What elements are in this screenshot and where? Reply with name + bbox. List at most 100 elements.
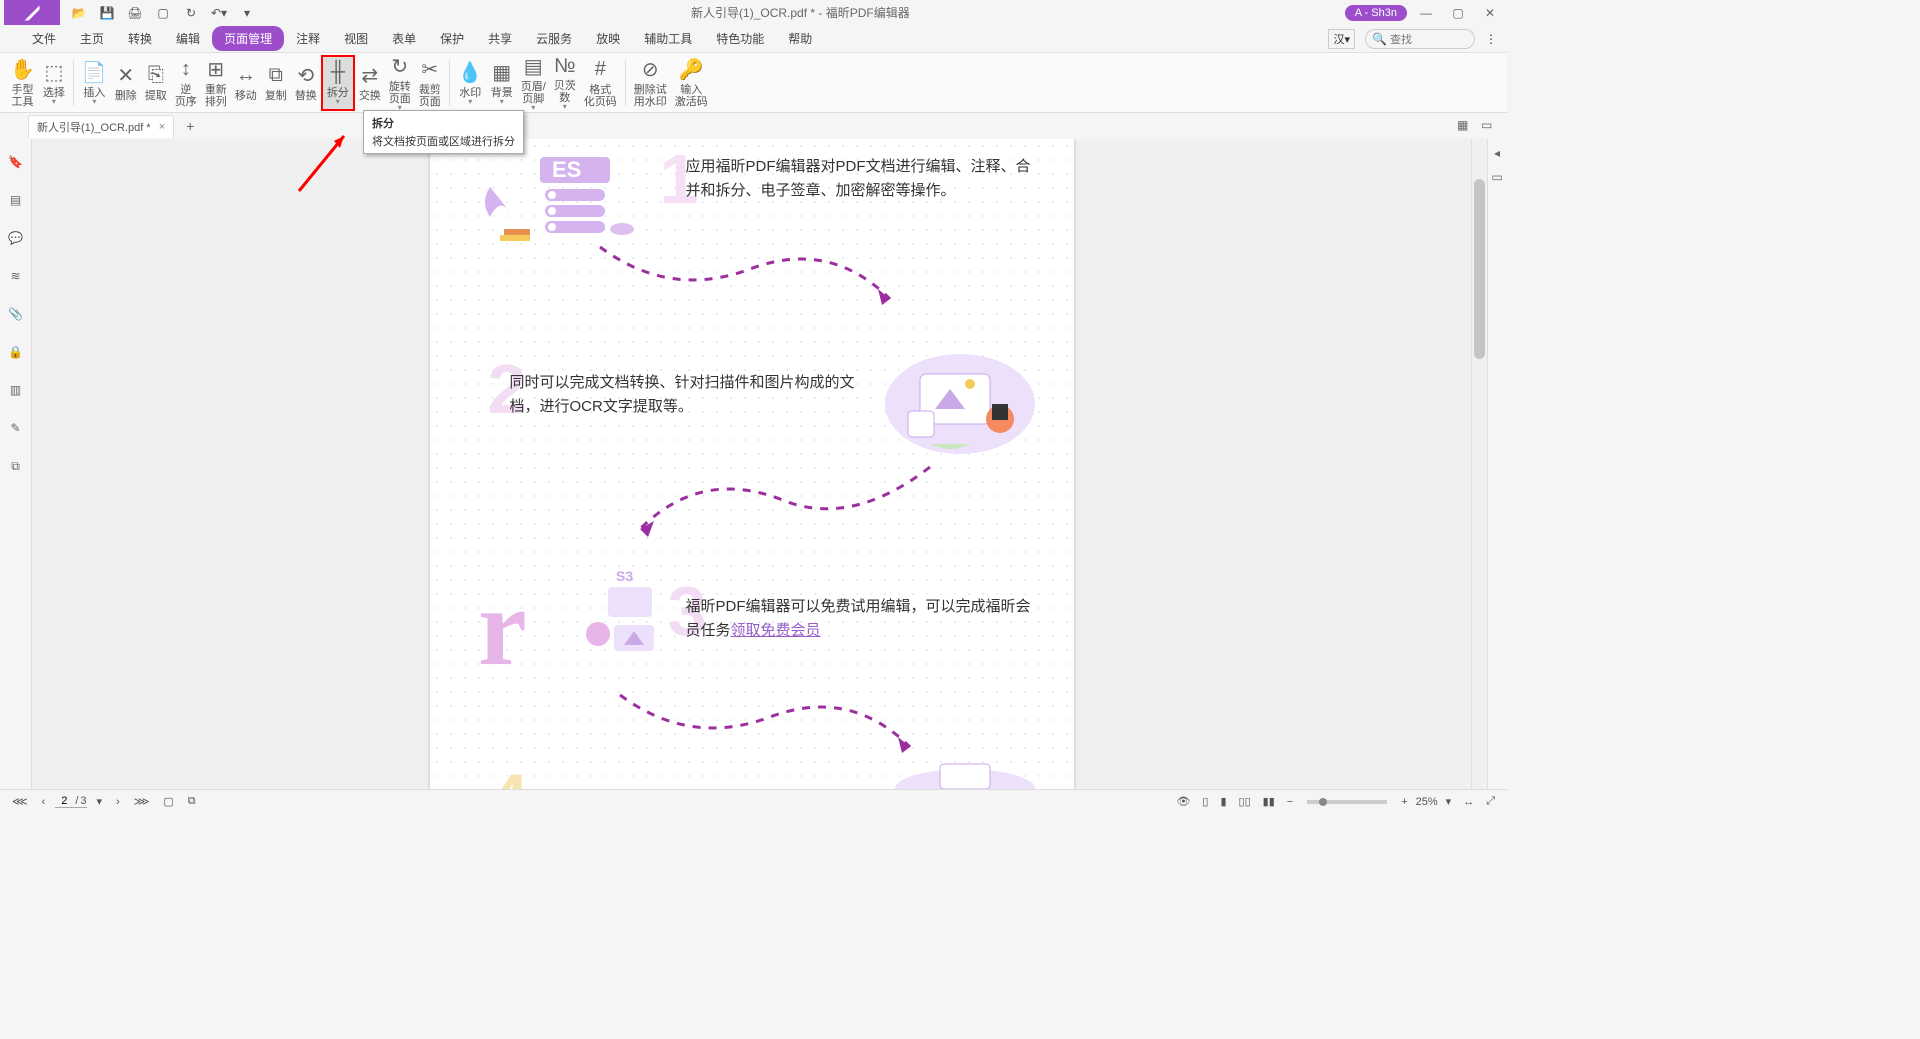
reflow-toggle[interactable]: 汉▾ [1328,29,1355,49]
scrollbar-thumb[interactable] [1474,179,1485,359]
menu-convert[interactable]: 转换 [116,26,164,51]
comments-icon[interactable]: 💬 [7,229,25,247]
menu-home[interactable]: 主页 [68,26,116,51]
prev-page-button[interactable]: ‹ [38,796,50,808]
user-badge[interactable]: A - Sh3n [1345,5,1407,21]
ribbon-旋转页面[interactable]: ↻旋转页面▾ [385,55,415,111]
ribbon-输入激活[interactable]: 🔑输入激活码 [671,55,712,111]
last-page-button[interactable]: ⋙ [130,795,154,808]
ribbon-交换[interactable]: ⇄交换 [355,55,385,111]
nav-back-button[interactable]: ▢ [159,795,177,808]
menu-edit[interactable]: 编辑 [164,26,212,51]
menu-features[interactable]: 特色功能 [704,26,776,51]
view-cont-facing-icon[interactable]: ▮▮ [1259,795,1279,808]
next-page-button[interactable]: › [112,796,124,808]
ribbon-格式化页[interactable]: #格式化页码 [580,55,621,111]
pages-icon[interactable]: ▤ [7,191,25,209]
minimize-button[interactable]: — [1413,3,1439,23]
ribbon-重新排列[interactable]: ⊞重新排列 [201,55,231,111]
page-number-input[interactable]: / 3 [55,795,86,808]
security-icon[interactable]: 🔒 [7,343,25,361]
signature-icon[interactable]: ✎ [7,419,25,437]
view-facing-icon[interactable]: ▯▯ [1235,795,1255,808]
document-tab-bar: 新人引导(1)_OCR.pdf * × + ▦ ▭ [0,113,1507,139]
vertical-scrollbar[interactable] [1471,139,1487,789]
layers-icon[interactable]: ≋ [7,267,25,285]
qat-redo-icon[interactable]: ↻ [182,4,200,22]
tooltip-desc: 将文档按页面或区域进行拆分 [372,133,515,149]
reading-view-icon[interactable]: ▭ [1481,118,1497,134]
qat-undo-dd-icon[interactable]: ↶▾ [210,4,228,22]
ribbon-删除试用[interactable]: ⊘删除试用水印 [630,55,671,111]
search-box[interactable]: 🔍 [1365,29,1475,49]
ribbon-选择[interactable]: ⬚选择▾ [39,55,69,111]
page-dropdown-icon[interactable]: ▾ [93,795,107,808]
ribbon-复制[interactable]: ⧉复制 [261,55,291,111]
menu-share[interactable]: 共享 [476,26,524,51]
document-tab[interactable]: 新人引导(1)_OCR.pdf * × [28,115,174,138]
ribbon-裁剪页面[interactable]: ✂裁剪页面 [415,55,445,111]
nav-fwd-button[interactable]: ⧉ [184,795,200,808]
zoom-dropdown-icon[interactable]: ▾ [1442,795,1456,808]
zoom-out-button[interactable]: − [1283,796,1297,808]
zoom-in-button[interactable]: + [1397,796,1411,808]
tab-close-icon[interactable]: × [159,121,165,133]
menu-file[interactable]: 文件 [20,26,68,51]
form-icon[interactable]: ▥ [7,381,25,399]
tab-title: 新人引导(1)_OCR.pdf * [37,119,151,135]
workspace: 🔖 ▤ 💬 ≋ 📎 🔒 ▥ ✎ ⧉ ES [0,139,1507,789]
attachments-icon[interactable]: 📎 [7,305,25,323]
bookmark-icon[interactable]: 🔖 [7,153,25,171]
fit-width-icon[interactable]: ↔ [1459,796,1478,808]
menu-page-manage[interactable]: 页面管理 [212,26,284,51]
new-tab-button[interactable]: + [186,118,194,134]
ribbon-贝茨数[interactable]: №贝茨数▾ [550,55,580,111]
chevron-down-icon: ▾ [500,99,504,105]
ribbon-提取[interactable]: ⎘提取 [141,55,171,111]
ribbon-删除[interactable]: ✕删除 [111,55,141,111]
qat-open-icon[interactable]: 📂 [70,4,88,22]
menu-more-icon[interactable]: ⋮ [1485,32,1497,46]
fit-page-icon[interactable]: ⤢ [1482,795,1499,808]
menu-accessibility[interactable]: 辅助工具 [632,26,704,51]
ribbon-手型工具[interactable]: ✋手型工具 [6,55,39,111]
menu-presentation[interactable]: 放映 [584,26,632,51]
ribbon-背景[interactable]: ▦背景▾ [487,55,517,111]
ribbon-移动[interactable]: ↔移动 [231,55,261,111]
menu-view[interactable]: 视图 [332,26,380,51]
zoom-slider[interactable] [1307,800,1387,804]
qat-blank-icon[interactable]: ▢ [154,4,172,22]
menu-help[interactable]: 帮助 [776,26,824,51]
menu-protect[interactable]: 保护 [428,26,476,51]
ribbon-拆分[interactable]: ╫拆分▾ [321,55,355,111]
ribbon-icon: ⎘ [148,64,164,88]
menu-annotate[interactable]: 注释 [284,26,332,51]
close-button[interactable]: ✕ [1477,3,1503,23]
document-canvas[interactable]: ES 1 应用福昕PDF编辑器对PDF文档进行编辑、注释、合并和拆分、电子签章、… [32,139,1471,789]
ribbon-插入[interactable]: 📄插入▾ [78,55,111,111]
search-input[interactable] [1390,34,1460,46]
qat-save-icon[interactable]: 💾 [98,4,116,22]
menu-form[interactable]: 表单 [380,26,428,51]
qat-print-icon[interactable]: 🖨 [126,4,144,22]
qat-customize-icon[interactable]: ▾ [238,4,256,22]
ribbon-逆页序[interactable]: ↕逆页序 [171,55,201,111]
status-bar: ⋘ ‹ / 3 ▾ › ⋙ ▢ ⧉ 👁 ▯ ▮ ▯▯ ▮▮ − + 25% ▾ … [0,789,1507,813]
first-page-button[interactable]: ⋘ [8,795,32,808]
view-single-icon[interactable]: ▯ [1198,795,1212,808]
ribbon-label: 格式化页码 [584,84,617,108]
thumbnails-view-icon[interactable]: ▦ [1457,118,1473,134]
view-eye-icon[interactable]: 👁 [1172,795,1194,808]
menu-cloud[interactable]: 云服务 [524,26,584,51]
ribbon-替换[interactable]: ⟲替换 [291,55,321,111]
maximize-button[interactable]: ▢ [1445,3,1471,23]
compare-icon[interactable]: ⧉ [7,457,25,475]
ribbon-水印[interactable]: 💧水印▾ [454,55,487,111]
free-member-link[interactable]: 领取免费会员 [731,622,821,639]
ribbon-页眉/页[interactable]: ▤页眉/页脚▾ [517,55,550,111]
ribbon-icon: ✕ [117,64,134,88]
ribbon-label: 移动 [235,90,257,102]
right-panel-icon[interactable]: ▭ [1489,169,1505,185]
collapse-right-icon[interactable]: ◂ [1489,145,1505,161]
view-continuous-icon[interactable]: ▮ [1216,795,1230,808]
